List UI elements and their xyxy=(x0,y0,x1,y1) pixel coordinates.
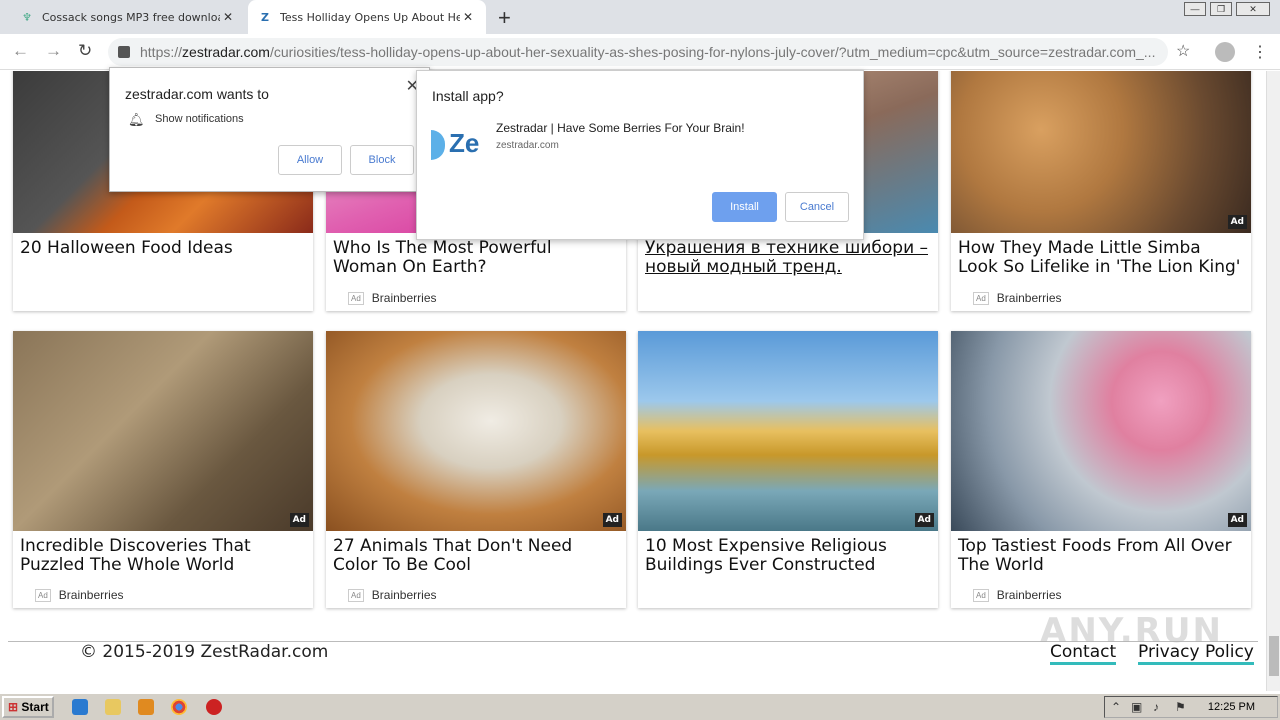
article-card[interactable]: Ad 27 Animals That Don't Need Color To B… xyxy=(326,331,626,608)
folder-icon[interactable] xyxy=(105,699,121,715)
tab-title: Tess Holliday Opens Up About Her S xyxy=(280,10,460,24)
tab-cossack-songs[interactable]: ♆ Cossack songs MP3 free download a ✕ xyxy=(10,0,246,34)
copyright-text: © 2015-2019 ZestRadar.com xyxy=(80,642,329,662)
source-name[interactable]: Brainberries xyxy=(997,291,1062,305)
clock: 12:25 PM xyxy=(1207,701,1255,713)
vertical-scrollbar[interactable] xyxy=(1266,71,1280,691)
internet-explorer-icon[interactable] xyxy=(72,699,88,715)
card-title: 20 Halloween Food Ideas xyxy=(20,238,233,258)
close-window-button[interactable]: ✕ xyxy=(1236,2,1270,16)
article-card[interactable]: Ad Incredible Discoveries That Puzzled T… xyxy=(13,331,313,608)
url-path: /curiosities/tess-holliday-opens-up-abou… xyxy=(269,44,1156,60)
card-title: 10 Most Expensive Religious Buildings Ev… xyxy=(645,536,887,575)
ad-badge: Ad xyxy=(348,588,364,602)
profile-avatar[interactable] xyxy=(1215,42,1235,62)
source-name[interactable]: Brainberries xyxy=(372,588,437,602)
windows-taskbar: ⊞ Start ⌃ ▣ ♪ ⚑ 12:25 PM xyxy=(0,692,1280,720)
install-app-dialog: Install app? Ze Zestradar | Have Some Be… xyxy=(416,70,864,240)
tab-title: Cossack songs MP3 free download a xyxy=(42,10,220,24)
golden-temple-image: Ad xyxy=(638,331,938,531)
block-button[interactable]: Block xyxy=(350,145,414,175)
expand-tray-icon[interactable]: ⌃ xyxy=(1111,700,1121,714)
cancel-button[interactable]: Cancel xyxy=(785,192,849,222)
ad-tag: Ad xyxy=(1227,215,1247,229)
app-name: Zestradar | Have Some Berries For Your B… xyxy=(496,121,745,135)
logo-text: Ze xyxy=(449,128,480,158)
card-title: Top Tastiest Foods From All Over The Wor… xyxy=(958,536,1232,575)
network-icon[interactable]: ▣ xyxy=(1131,700,1142,714)
allow-button[interactable]: Allow xyxy=(278,145,342,175)
url-scheme: https:// xyxy=(140,44,183,60)
windows-logo-icon: ⊞ xyxy=(8,700,19,714)
source-name[interactable]: Brainberries xyxy=(997,588,1062,602)
music-favicon-icon: ♆ xyxy=(22,10,32,24)
card-source: Ad Brainberries xyxy=(35,588,124,602)
tab-close-icon[interactable]: ✕ xyxy=(460,10,476,24)
ladybug-image: Ad xyxy=(326,331,626,531)
url-host: zestradar.com xyxy=(182,44,270,60)
card-source: Ad Brainberries xyxy=(348,291,437,305)
ad-tag: Ad xyxy=(289,513,309,527)
permission-text: Show notifications xyxy=(155,113,244,125)
ad-tag: Ad xyxy=(914,513,934,527)
new-tab-button[interactable]: + xyxy=(498,5,511,31)
chrome-menu-icon[interactable]: ⋮ xyxy=(1252,42,1268,62)
source-name[interactable]: Brainberries xyxy=(59,588,124,602)
install-button[interactable]: Install xyxy=(712,192,777,222)
scrollbar-thumb[interactable] xyxy=(1269,636,1279,676)
notification-permission-dialog: zestradar.com wants to ✕ 🔔︎ Show notific… xyxy=(109,67,430,192)
bookmark-star-icon[interactable]: ☆ xyxy=(1176,41,1190,61)
tab-tess-holliday[interactable]: Z Tess Holliday Opens Up About Her S ✕ xyxy=(248,0,486,34)
warning-icon[interactable] xyxy=(206,699,222,715)
app-domain: zestradar.com xyxy=(496,140,559,151)
address-bar[interactable]: https://zestradar.com/curiosities/tess-h… xyxy=(108,38,1168,66)
source-name[interactable]: Brainberries xyxy=(372,291,437,305)
browser-toolbar: ← → ↻ https://zestradar.com/curiosities/… xyxy=(0,34,1280,70)
forward-button[interactable]: → xyxy=(45,41,62,61)
system-tray: ⌃ ▣ ♪ ⚑ 12:25 PM xyxy=(1104,696,1278,718)
dialog-heading: zestradar.com wants to xyxy=(125,86,269,102)
flag-icon[interactable]: ⚑ xyxy=(1175,700,1186,714)
volume-icon[interactable]: ♪ xyxy=(1153,700,1159,714)
card-title: How They Made Little Simba Look So Lifel… xyxy=(958,238,1241,277)
minimize-button[interactable]: — xyxy=(1184,2,1206,16)
excavation-image: Ad xyxy=(13,331,313,531)
card-title: 27 Animals That Don't Need Color To Be C… xyxy=(333,536,573,575)
ad-badge: Ad xyxy=(973,291,989,305)
article-card[interactable]: Ad Top Tastiest Foods From All Over The … xyxy=(951,331,1251,608)
bell-icon: 🔔︎ xyxy=(128,112,145,127)
zestradar-logo-icon: Ze xyxy=(431,128,480,161)
dialog-heading: Install app? xyxy=(432,88,504,104)
ad-badge: Ad xyxy=(35,588,51,602)
reload-button[interactable]: ↻ xyxy=(78,41,92,61)
maximize-button[interactable]: ❐ xyxy=(1210,2,1232,16)
card-source: Ad Brainberries xyxy=(973,588,1062,602)
card-title: Incredible Discoveries That Puzzled The … xyxy=(20,536,251,575)
card-source: Ad Brainberries xyxy=(973,291,1062,305)
ad-tag: Ad xyxy=(602,513,622,527)
tab-close-icon[interactable]: ✕ xyxy=(220,10,236,24)
start-button[interactable]: ⊞ Start xyxy=(2,696,54,718)
article-card[interactable]: Ad 10 Most Expensive Religious Buildings… xyxy=(638,331,938,608)
contact-link[interactable]: Contact xyxy=(1050,642,1117,665)
back-button[interactable]: ← xyxy=(12,41,29,61)
tab-strip: ♆ Cossack songs MP3 free download a ✕ Z … xyxy=(0,0,1280,34)
zestradar-favicon-icon: Z xyxy=(261,10,269,24)
privacy-policy-link[interactable]: Privacy Policy xyxy=(1138,642,1254,665)
start-label: Start xyxy=(21,700,49,714)
card-source: Ad Brainberries xyxy=(348,588,437,602)
ad-badge: Ad xyxy=(348,291,364,305)
media-player-icon[interactable] xyxy=(138,699,154,715)
lion-cub-image: Ad xyxy=(951,71,1251,233)
article-card[interactable]: Ad How They Made Little Simba Look So Li… xyxy=(951,71,1251,311)
ad-tag: Ad xyxy=(1227,513,1247,527)
ice-cream-image: Ad xyxy=(951,331,1251,531)
lock-icon xyxy=(118,46,130,58)
ad-badge: Ad xyxy=(973,588,989,602)
chrome-icon[interactable] xyxy=(171,699,187,715)
